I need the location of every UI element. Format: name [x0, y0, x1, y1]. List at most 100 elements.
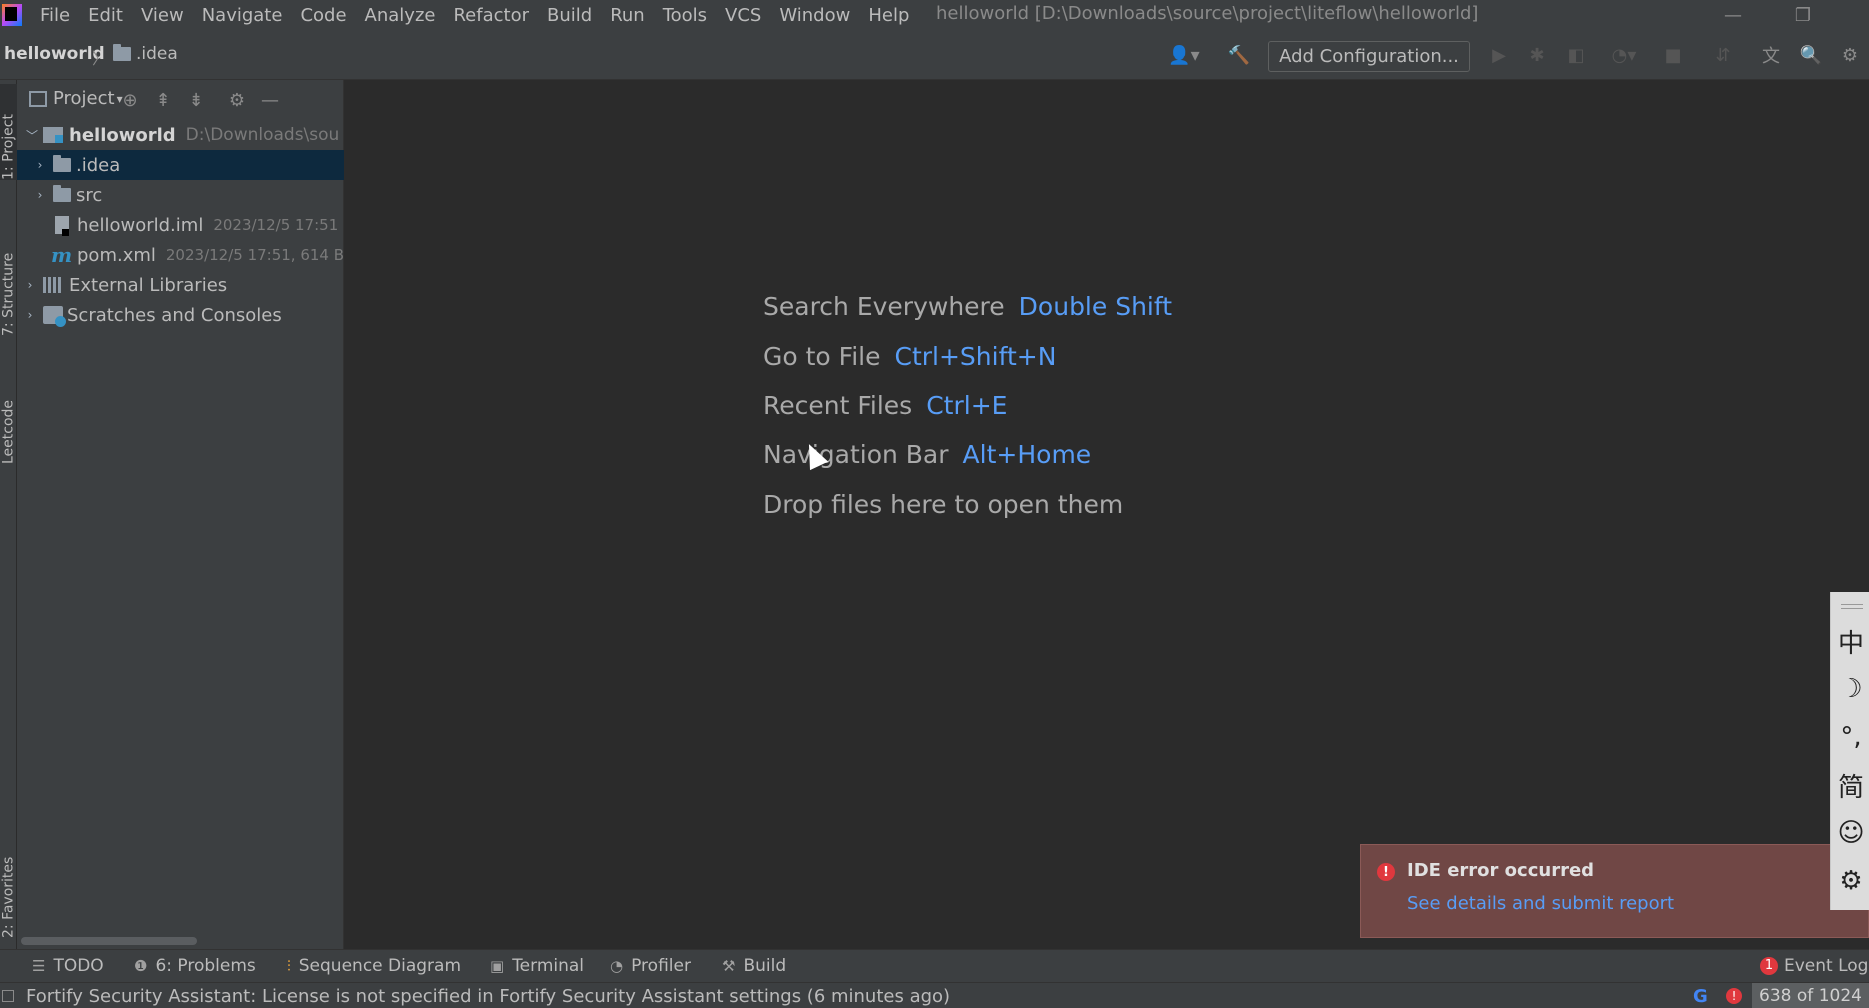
tab-project[interactable]: 1: Project	[0, 84, 18, 180]
menu-navigate[interactable]: Navigate	[202, 5, 283, 26]
tree-item-pom-xml[interactable]: m pom.xml 2023/12/5 17:51, 614 B	[17, 240, 344, 270]
translate-icon[interactable]: 文	[1758, 42, 1784, 68]
menu-build[interactable]: Build	[547, 5, 592, 26]
project-panel-header: Project ▾ ⊕ ⇞ ⇟ ⚙ —	[17, 80, 344, 118]
expand-arrow-icon[interactable]: ›	[23, 278, 37, 292]
event-log-label: Event Log	[1784, 956, 1869, 976]
tab-structure[interactable]: 7: Structure	[0, 218, 18, 336]
profile-icon[interactable]: ◔▾	[1601, 42, 1647, 68]
ime-emoji-icon[interactable]: ☺	[1835, 816, 1867, 850]
breadcrumb-project[interactable]: helloworld	[4, 44, 105, 64]
coverage-icon[interactable]: ◧	[1563, 42, 1589, 68]
tab-leetcode[interactable]: Leetcode	[0, 368, 18, 464]
hint-label: Search Everywhere	[763, 292, 1005, 321]
todo-button[interactable]: ☰ TODO	[32, 956, 104, 976]
menu-tools[interactable]: Tools	[663, 5, 707, 26]
debug-icon[interactable]: ✱	[1524, 42, 1550, 68]
tree-item-idea[interactable]: › .idea	[17, 150, 344, 180]
menu-run[interactable]: Run	[610, 5, 645, 26]
collapse-all-icon[interactable]: ⇟	[184, 88, 208, 112]
menu-bar: File Edit View Navigate Code Analyze Ref…	[0, 0, 1869, 30]
hide-panel-icon[interactable]: —	[258, 88, 282, 112]
tree-item-label: pom.xml	[77, 244, 156, 266]
navigation-toolbar: helloworld 〉 .idea 👤▾ 🔨 Add Configuratio…	[0, 30, 1869, 80]
menu-file[interactable]: File	[40, 5, 70, 26]
project-view-icon	[29, 90, 47, 107]
breadcrumb-folder-label: .idea	[136, 44, 178, 64]
ime-moon-icon[interactable]: ☽	[1835, 672, 1867, 706]
panel-settings-icon[interactable]: ⚙	[225, 88, 249, 112]
tree-item-label: helloworld.iml	[77, 214, 204, 236]
folder-icon	[113, 44, 131, 61]
run-icon[interactable]: ▶	[1486, 42, 1512, 68]
menu-analyze[interactable]: Analyze	[365, 5, 436, 26]
vcs-update-icon[interactable]: ⇵	[1710, 42, 1736, 68]
ime-simplified-button[interactable]: 简	[1835, 768, 1867, 803]
hint-label: Navigation Bar	[763, 440, 949, 469]
expand-all-icon[interactable]: ⇞	[151, 88, 175, 112]
project-view-selector[interactable]: Project ▾	[29, 88, 123, 109]
ime-punctuation-button[interactable]: °,	[1835, 720, 1867, 754]
event-log-button[interactable]: 1 Event Log	[1760, 956, 1868, 976]
tab-favorites[interactable]: 2: Favorites	[0, 818, 18, 938]
project-panel-title: Project	[53, 88, 115, 109]
menu-vcs[interactable]: VCS	[725, 5, 761, 26]
hint-recent-files: Recent Files Ctrl+E	[763, 391, 1007, 420]
menu-edit[interactable]: Edit	[88, 5, 123, 26]
tree-item-label: External Libraries	[69, 274, 228, 296]
memory-indicator[interactable]: 638 of 1024	[1752, 983, 1869, 1008]
minimize-button[interactable]: —	[1710, 0, 1756, 30]
add-configuration-button[interactable]: Add Configuration...	[1268, 41, 1470, 72]
google-icon[interactable]: G	[1693, 986, 1708, 1007]
expand-arrow-icon[interactable]: ›	[33, 188, 47, 202]
user-account-icon[interactable]: 👤▾	[1164, 42, 1204, 68]
breadcrumb-folder[interactable]: .idea	[113, 44, 178, 64]
ime-toolbar: 中 ☽ °, 简 ☺ ⚙	[1830, 592, 1869, 910]
ime-chinese-mode-button[interactable]: 中	[1835, 624, 1867, 659]
expand-arrow-icon[interactable]: ›	[33, 158, 47, 172]
menu-refactor[interactable]: Refactor	[453, 5, 529, 26]
tree-item-helloworld-iml[interactable]: helloworld.iml 2023/12/5 17:51	[17, 210, 344, 240]
sequence-diagram-button[interactable]: ⫶ Sequence Diagram	[287, 956, 461, 976]
menu-code[interactable]: Code	[300, 5, 346, 26]
toggle-tool-windows-icon[interactable]	[2, 990, 14, 1002]
problems-button[interactable]: ❶ 6: Problems	[134, 956, 256, 976]
bottom-tool-bar: ☰ TODO ❶ 6: Problems ⫶ Sequence Diagram …	[0, 949, 1869, 982]
window-title: helloworld [D:\Downloads\source\project\…	[936, 3, 1479, 24]
tree-item-scratches[interactable]: › Scratches and Consoles	[17, 300, 344, 330]
status-message[interactable]: Fortify Security Assistant: License is n…	[26, 986, 950, 1007]
terminal-label: Terminal	[512, 956, 585, 976]
hint-shortcut: Alt+Home	[962, 440, 1092, 469]
search-icon[interactable]: 🔍	[1798, 42, 1824, 68]
tree-item-external-libraries[interactable]: › External Libraries	[17, 270, 344, 300]
tree-item-src[interactable]: › src	[17, 180, 344, 210]
build-label: Build	[743, 956, 787, 976]
error-indicator-icon[interactable]: !	[1726, 988, 1742, 1004]
profiler-icon: ◔	[610, 957, 624, 975]
locate-file-icon[interactable]: ⊕	[118, 88, 142, 112]
menu-help[interactable]: Help	[868, 5, 909, 26]
menu-window[interactable]: Window	[779, 5, 850, 26]
terminal-button[interactable]: ▣ Terminal	[490, 956, 584, 976]
submit-report-link[interactable]: See details and submit report	[1407, 893, 1674, 914]
folder-icon	[53, 185, 71, 202]
sequence-diagram-icon: ⫶	[287, 957, 291, 975]
menu-view[interactable]: View	[141, 5, 184, 26]
horizontal-scrollbar[interactable]	[21, 937, 197, 945]
build-hammer-icon[interactable]: 🔨	[1226, 42, 1252, 68]
profiler-button[interactable]: ◔ Profiler	[610, 956, 691, 976]
problems-label: 6: Problems	[155, 956, 256, 976]
ime-settings-icon[interactable]: ⚙	[1835, 864, 1867, 898]
iml-file-icon	[55, 216, 69, 236]
restore-button[interactable]: ❐	[1780, 0, 1826, 30]
expand-arrow-icon[interactable]: ›	[23, 308, 37, 322]
tree-root-helloworld[interactable]: ﹀ helloworld D:\Downloads\sou	[17, 120, 344, 150]
root-path: D:\Downloads\sou	[185, 125, 340, 145]
ime-drag-handle[interactable]	[1841, 604, 1863, 609]
list-icon: ☰	[32, 957, 46, 975]
stop-icon[interactable]: ■	[1660, 42, 1686, 68]
settings-gear-icon[interactable]: ⚙	[1837, 42, 1863, 68]
error-icon: !	[1377, 863, 1395, 881]
collapse-arrow-icon[interactable]: ﹀	[25, 127, 39, 144]
build-button[interactable]: ⚒ Build	[722, 956, 786, 976]
